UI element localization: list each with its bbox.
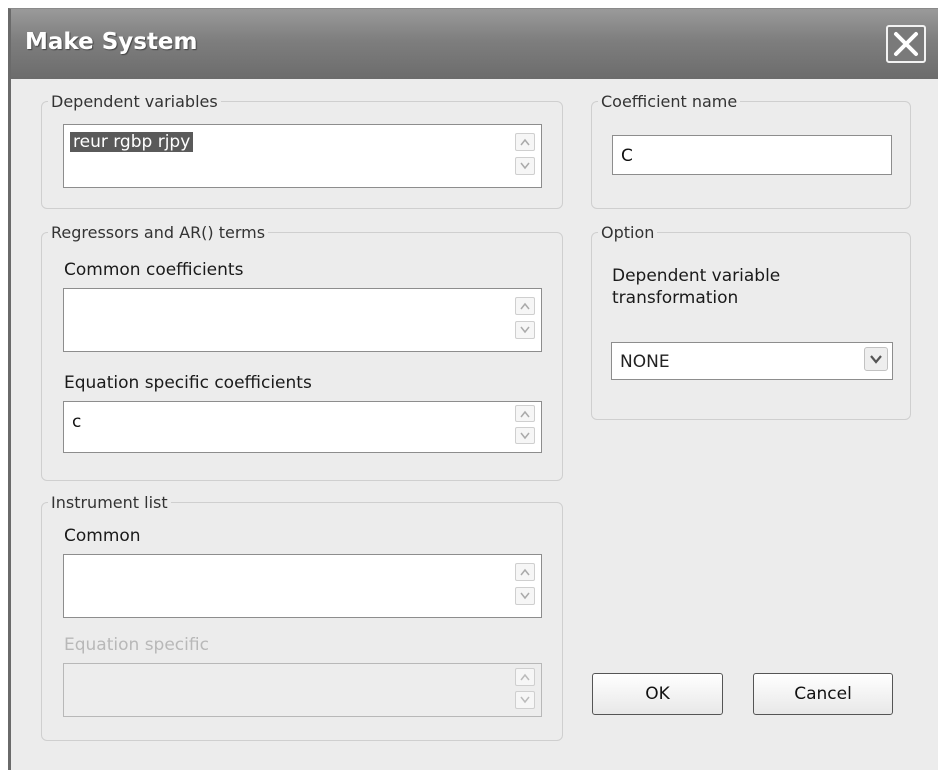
scroll-up-icon <box>520 568 530 576</box>
scroll-down-icon <box>520 432 530 440</box>
option-group: Option <box>591 223 911 420</box>
ok-button[interactable]: OK <box>592 673 723 715</box>
scroll-up-button[interactable] <box>515 297 535 315</box>
option-legend: Option <box>601 223 655 242</box>
instruments-common-scrollbar[interactable] <box>515 563 535 611</box>
dependent-variables-field[interactable]: reur rgbp rjpy <box>63 124 542 188</box>
scroll-down-button[interactable] <box>515 587 535 605</box>
scroll-up-button[interactable] <box>515 405 535 422</box>
equation-specific-coefficients-field[interactable]: c <box>63 401 542 453</box>
coefficient-name-value: C <box>621 146 633 166</box>
scroll-down-button[interactable] <box>515 157 535 175</box>
dependent-variable-transformation-label: Dependent variable transformation <box>612 266 781 308</box>
scroll-up-button[interactable] <box>515 133 535 151</box>
scroll-down-button <box>515 691 535 709</box>
title-bar: Make System <box>11 9 938 79</box>
make-system-dialog: Make System Dependent variables reur rgb… <box>8 8 938 770</box>
cancel-button[interactable]: Cancel <box>753 673 893 715</box>
scroll-up-button[interactable] <box>515 563 535 581</box>
scroll-up-icon <box>520 302 530 310</box>
scroll-down-button[interactable] <box>515 321 535 339</box>
dependent-variables-legend: Dependent variables <box>51 92 218 111</box>
scroll-up-icon <box>520 410 530 418</box>
instruments-common-field[interactable] <box>63 554 542 618</box>
instruments-equation-specific-label: Equation specific <box>64 635 209 655</box>
dependent-variables-scrollbar[interactable] <box>515 133 535 181</box>
regressors-legend: Regressors and AR() terms <box>51 223 266 242</box>
dependent-variables-value: reur rgbp rjpy <box>70 132 194 152</box>
scroll-up-icon <box>520 673 530 681</box>
transformation-select-value: NONE <box>620 352 670 372</box>
instruments-equation-specific-field <box>63 663 542 717</box>
common-coefficients-label: Common coefficients <box>64 260 244 280</box>
scroll-down-icon <box>520 326 530 334</box>
instrument-list-legend: Instrument list <box>51 493 168 512</box>
transformation-select[interactable]: NONE <box>611 342 893 380</box>
equation-specific-coefficients-label: Equation specific coefficients <box>64 373 312 393</box>
scroll-down-icon <box>520 696 530 704</box>
scroll-down-icon <box>520 162 530 170</box>
equation-specific-scrollbar[interactable] <box>515 405 535 450</box>
instruments-common-label: Common <box>64 526 141 546</box>
scroll-up-button <box>515 668 535 686</box>
close-icon <box>894 32 918 56</box>
chevron-down-icon <box>870 355 882 364</box>
coefficient-name-legend: Coefficient name <box>601 92 738 111</box>
scroll-down-icon <box>520 592 530 600</box>
common-coefficients-field[interactable] <box>63 288 542 352</box>
scroll-up-icon <box>520 138 530 146</box>
coefficient-name-field[interactable]: C <box>612 135 892 175</box>
close-button[interactable] <box>886 25 926 63</box>
transformation-dropdown-button[interactable] <box>864 347 888 371</box>
common-coefficients-scrollbar[interactable] <box>515 297 535 345</box>
equation-specific-coefficients-value: c <box>72 412 82 432</box>
instruments-equation-specific-scrollbar <box>515 668 535 715</box>
window-title: Make System <box>25 29 198 55</box>
scroll-down-button[interactable] <box>515 427 535 444</box>
